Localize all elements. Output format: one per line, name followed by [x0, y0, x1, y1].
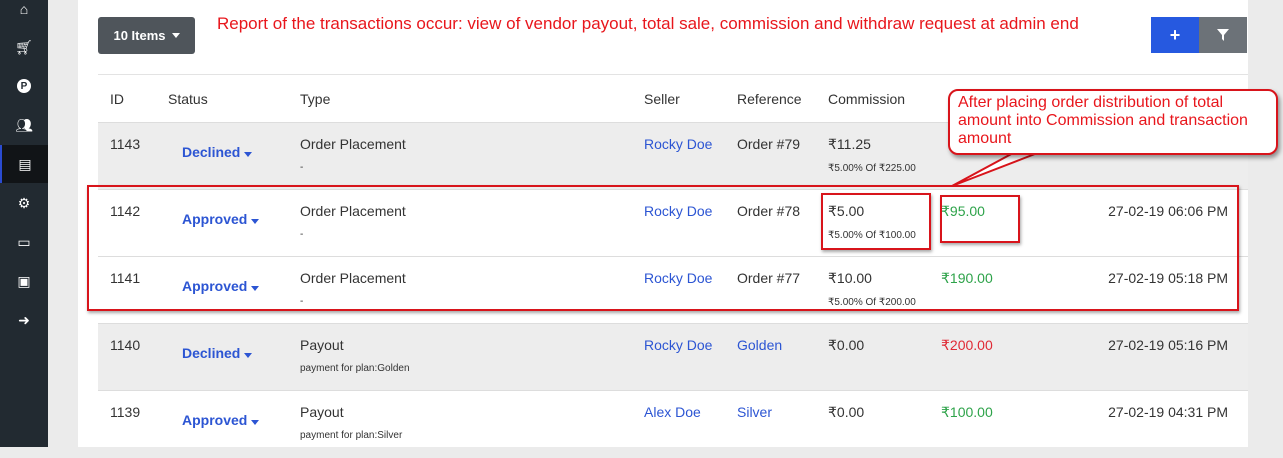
status-dropdown[interactable]: Declined — [182, 345, 253, 361]
highlight-commission — [821, 193, 931, 250]
id-cell: 1143 — [98, 122, 156, 190]
date-value: 27-02-19 05:16 PM — [1049, 323, 1248, 391]
callout-annotation: After placing order distribution of tota… — [948, 89, 1278, 155]
col-reference: Reference — [725, 74, 816, 123]
id-cell: 1140 — [98, 323, 156, 391]
commission-sub: ₹5.00% Of ₹225.00 — [828, 163, 916, 174]
seller-link[interactable]: Rocky Doe — [644, 136, 712, 152]
reference[interactable]: Silver — [737, 404, 772, 420]
highlight-amount — [940, 195, 1020, 243]
amount-value: ₹100.00 — [929, 390, 1049, 458]
sidebar: ⌂ 🛒︎ P 👥︎ ▤ ⚙ ▭ ▣ ➜ — [0, 0, 48, 447]
home-icon[interactable]: ⌂ — [0, 0, 48, 28]
col-type: Type — [288, 74, 632, 123]
caret-down-icon — [251, 420, 260, 425]
type-label: Payout — [300, 404, 344, 420]
status-label: Declined — [182, 144, 241, 160]
type-sub: payment for plan:Silver — [300, 430, 403, 441]
credit-card-icon[interactable]: ▭ — [0, 223, 48, 261]
status-dropdown[interactable]: Approved — [182, 412, 260, 428]
caret-down-icon — [244, 152, 253, 157]
status-dropdown[interactable]: Declined — [182, 144, 253, 160]
status-label: Approved — [182, 412, 248, 428]
reference[interactable]: Golden — [737, 337, 782, 353]
col-status: Status — [156, 74, 288, 123]
table-row: 1139 Approved Payout payment for plan:Sil… — [98, 390, 1248, 458]
id-card-icon[interactable]: ▣ — [0, 262, 48, 300]
type-label: Order Placement — [300, 136, 406, 152]
id-cell: 1139 — [98, 390, 156, 458]
report-annotation: Report of the transactions occur: view o… — [217, 14, 1079, 33]
type-sub: - — [300, 162, 304, 173]
date-value: 27-02-19 04:31 PM — [1049, 390, 1248, 458]
items-per-page-dropdown[interactable]: 10 Items — [98, 17, 195, 54]
caret-down-icon — [171, 33, 180, 38]
filter-icon — [1217, 29, 1229, 41]
filter-button[interactable] — [1199, 17, 1247, 53]
amount-value: ₹200.00 — [929, 323, 1049, 391]
type-sub: payment for plan:Golden — [300, 363, 410, 374]
items-label: 10 Items — [113, 28, 166, 43]
highlight-rows — [87, 185, 1239, 311]
users-icon[interactable]: 👥︎ — [0, 106, 48, 144]
col-id: ID — [98, 74, 156, 123]
table-row: 1140 Declined Payout payment for plan:Gol… — [98, 323, 1248, 391]
settings-icon[interactable]: ⚙ — [0, 184, 48, 222]
commission-value: ₹11.25 — [828, 136, 871, 152]
reference: Order #79 — [737, 136, 801, 152]
col-seller: Seller — [632, 74, 725, 123]
caret-down-icon — [244, 353, 253, 358]
col-commission: Commission — [816, 74, 929, 123]
add-button[interactable]: + — [1151, 17, 1199, 53]
parking-icon[interactable]: P — [0, 67, 48, 105]
logout-icon[interactable]: ➜ — [0, 301, 48, 339]
seller-link[interactable]: Alex Doe — [644, 404, 701, 420]
type-label: Payout — [300, 337, 344, 353]
plus-icon: + — [1169, 24, 1181, 45]
status-label: Declined — [182, 345, 241, 361]
commission-value: ₹0.00 — [828, 337, 865, 353]
seller-link[interactable]: Rocky Doe — [644, 337, 712, 353]
cart-icon[interactable]: 🛒︎ — [0, 28, 48, 66]
commission-value: ₹0.00 — [828, 404, 865, 420]
report-icon[interactable]: ▤ — [0, 145, 48, 183]
